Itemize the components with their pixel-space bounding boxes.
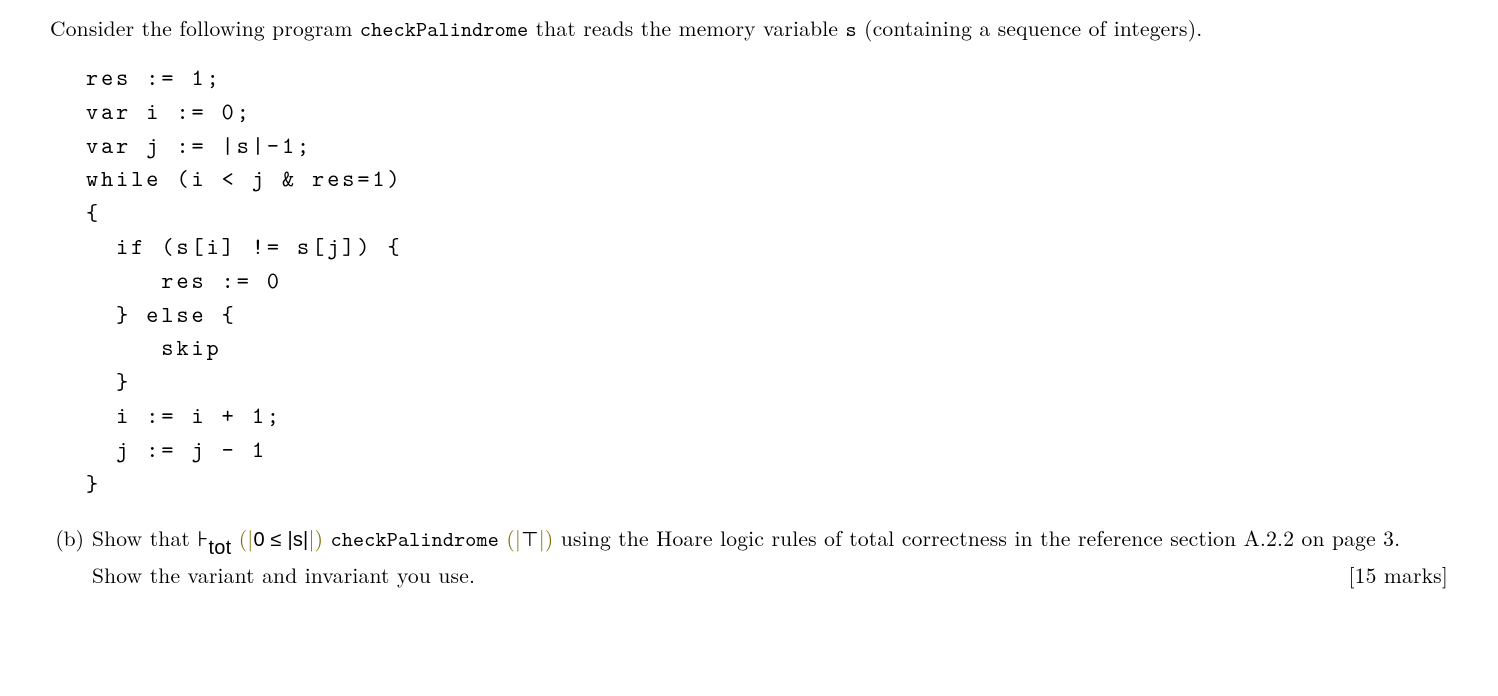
postcondition-body: ⊤ [521,529,539,551]
intro-paragraph: Consider the following program checkPali… [50,14,1448,44]
code-line-3: var j := |s|-1; [86,131,312,161]
part-b-label: (b) [50,523,92,553]
code-line-11: i := i + 1; [86,401,282,431]
code-listing: res := 1; var i := 0; var j := |s|-1; wh… [86,62,1448,501]
pre-open-bracket: (| [239,523,254,553]
part-b: (b) Show that ⊦tot (|0 ≤ |s||) checkPali… [50,523,1448,589]
part-b-body: Show that ⊦tot (|0 ≤ |s||) checkPalindro… [92,523,1448,589]
part-b-text-1: Show that [92,523,197,553]
part-b-marks: [15 marks] [1348,560,1448,590]
code-line-8: } else { [86,300,237,330]
post-open-bracket: (| [506,523,521,553]
code-line-6: if (s[i] != s[j]) { [86,232,403,262]
post-close-bracket: |) [539,523,554,553]
part-b-program-name: checkPalindrome [331,525,499,553]
turnstile-symbol: ⊦ [197,528,208,551]
document-page: Consider the following program checkPali… [0,0,1498,696]
precondition-body: 0 ≤ |s| [253,529,308,551]
code-line-10: } [86,367,131,397]
intro-text-2: that reads the memory variable [528,13,845,43]
code-line-7: res := 0 [86,266,282,296]
code-line-13: } [86,469,101,499]
code-line-9: skip [86,333,222,363]
intro-text-3: (containing a sequence of integers). [857,13,1203,43]
turnstile-subscript-tot: tot [208,537,231,559]
code-line-2: var i := 0; [86,97,252,127]
pre-close-bracket: |) [308,523,323,553]
intro-program-name: checkPalindrome [360,15,528,43]
intro-var-s: s [846,15,857,43]
code-line-5: { [86,198,101,228]
code-line-12: j := j - 1 [86,435,267,465]
intro-text-1: Consider the following program [50,13,360,43]
code-line-4: while (i < j & res=1) [86,164,403,194]
code-line-1: res := 1; [86,63,222,93]
